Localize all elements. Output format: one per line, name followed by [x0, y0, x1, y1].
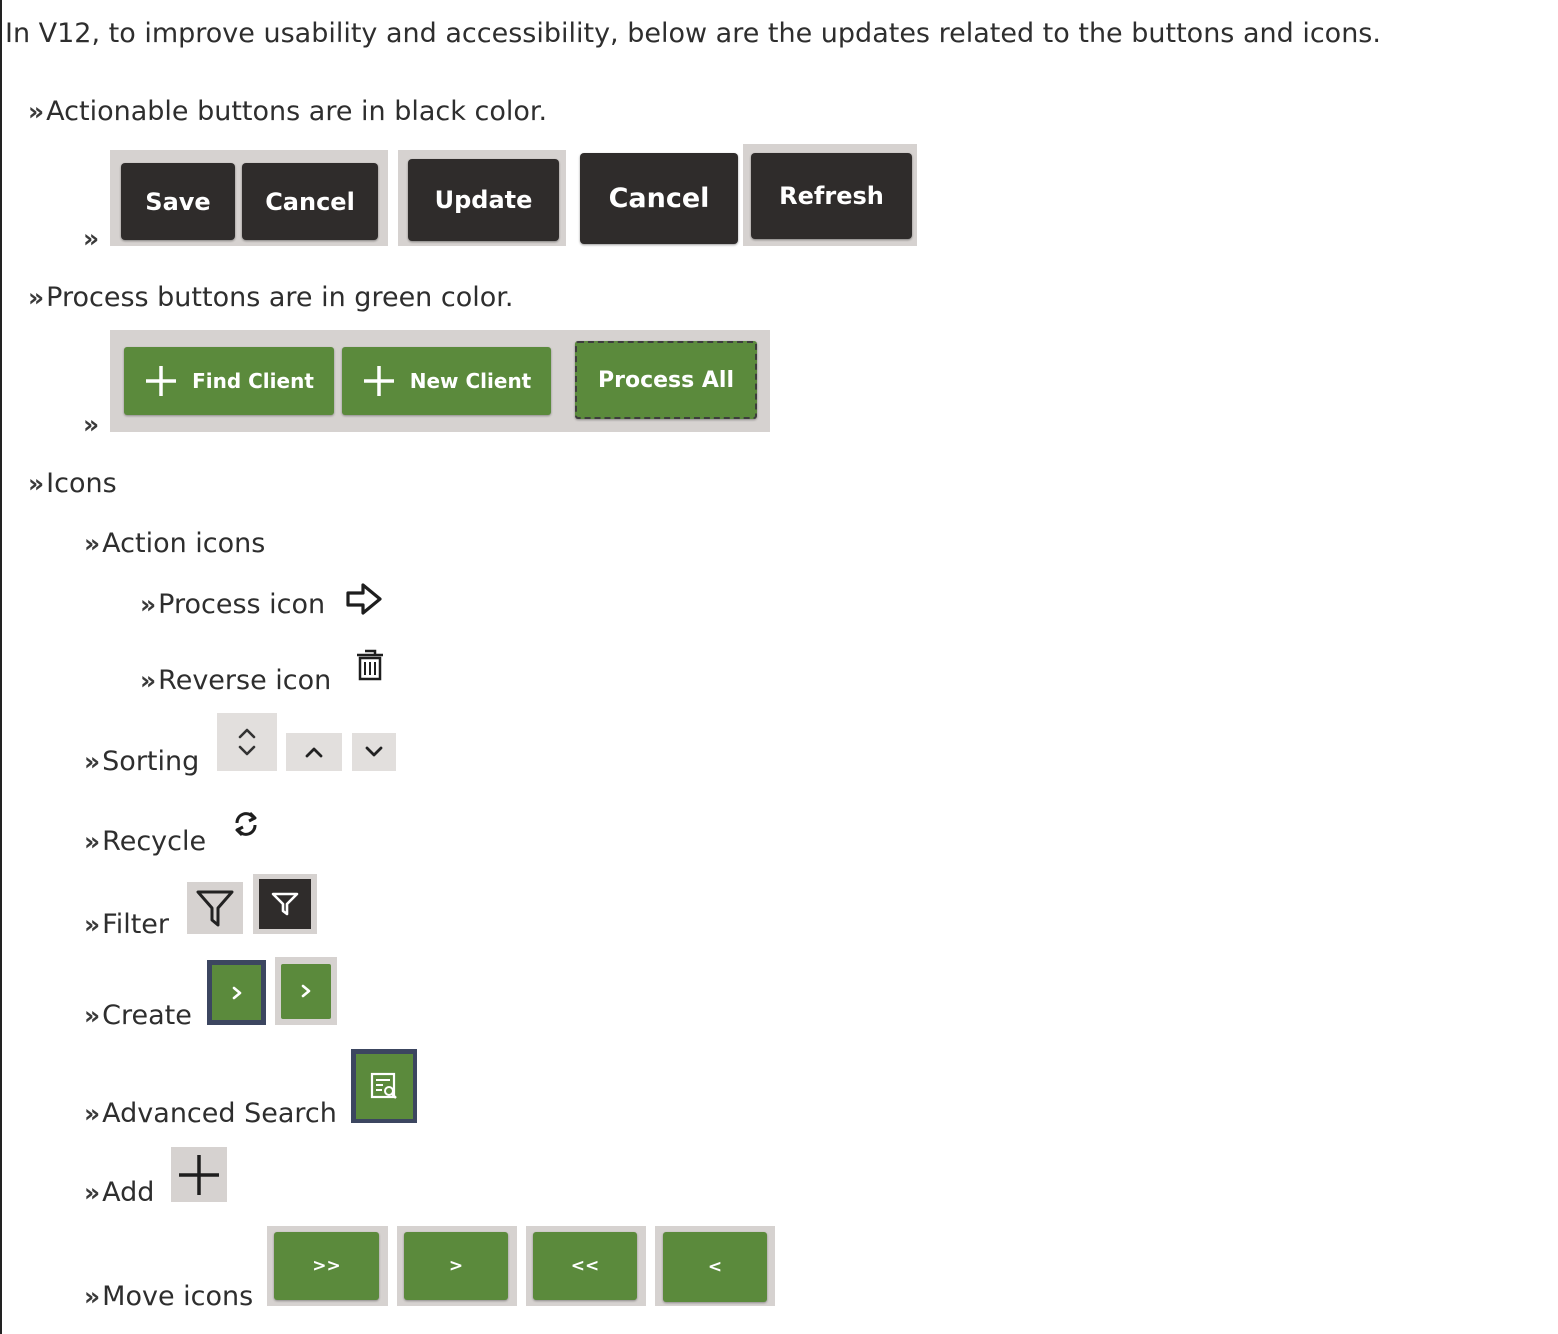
sort-up-icon: [305, 747, 323, 758]
add-row: » Add: [84, 1179, 154, 1206]
move-right-button[interactable]: >: [404, 1232, 508, 1300]
find-client-button[interactable]: Find Client: [124, 347, 334, 415]
create-focused-frame: [207, 960, 266, 1025]
trash-icon: [357, 649, 383, 681]
advanced-search-icon[interactable]: [355, 1053, 413, 1119]
arrow-right-icon: [346, 583, 382, 615]
chevron-right-icon[interactable]: [281, 963, 331, 1019]
filter-row: » Filter: [84, 911, 169, 938]
recycle-label: Recycle: [102, 826, 207, 857]
plus-icon: [146, 366, 177, 396]
chevron-right-icon[interactable]: [212, 965, 261, 1020]
filter-active-icon[interactable]: [259, 879, 311, 929]
bullet-icon: »: [83, 224, 99, 253]
new-client-button[interactable]: New Client: [342, 347, 551, 415]
trash-icon[interactable]: [353, 647, 387, 683]
sorting-row: » Sorting: [84, 748, 199, 775]
cancel-button-large[interactable]: Cancel: [580, 153, 738, 244]
bullet-icon: »: [84, 1282, 100, 1311]
chevron-right-icon: [232, 986, 241, 999]
icons-label: Icons: [46, 468, 117, 499]
add-label: Add: [102, 1177, 155, 1208]
bullet-icon: »: [84, 747, 100, 776]
sort-both-icon: [238, 728, 256, 756]
filter-icon[interactable]: [187, 882, 243, 934]
actionable-heading: » Actionable buttons are in black color.: [28, 98, 547, 125]
bullet-icon: »: [84, 1099, 100, 1128]
arrow-right-icon[interactable]: [344, 580, 384, 618]
bullet-icon: »: [140, 666, 156, 695]
plus-icon: [179, 1154, 219, 1195]
update-button[interactable]: Update: [408, 159, 559, 241]
bullet-icon: »: [84, 1178, 100, 1207]
left-border: [0, 0, 2, 1334]
reverse-icon-row: » Reverse icon: [140, 667, 331, 694]
bullet-icon: »: [83, 410, 99, 439]
actionable-label: Actionable buttons are in black color.: [46, 96, 548, 127]
intro-text: In V12, to improve usability and accessi…: [5, 18, 1381, 49]
cancel-button[interactable]: Cancel: [242, 163, 378, 240]
bullet-icon: »: [84, 529, 100, 558]
advanced-search-label: Advanced Search: [102, 1098, 337, 1129]
bullet-icon: »: [28, 97, 44, 126]
chevron-right-icon: [301, 984, 311, 998]
recycle-icon[interactable]: [228, 806, 264, 842]
move-icons-row: » Move icons: [84, 1283, 253, 1310]
move-all-left-button[interactable]: <<: [533, 1232, 637, 1300]
find-client-label: Find Client: [192, 369, 314, 393]
move-left-button[interactable]: <: [663, 1232, 767, 1302]
sort-up-icon[interactable]: [286, 733, 342, 771]
sort-both-icon[interactable]: [217, 713, 277, 771]
sort-down-icon: [365, 746, 383, 757]
create-row: » Create: [84, 1002, 192, 1029]
recycle-row: » Recycle: [84, 828, 206, 855]
plus-icon[interactable]: [171, 1147, 227, 1202]
bullet-icon: »: [84, 1001, 100, 1030]
process-icon-label: Process icon: [158, 589, 326, 620]
sort-down-icon[interactable]: [352, 733, 396, 771]
move-all-right-button[interactable]: >>: [274, 1232, 379, 1300]
action-icons-label: Action icons: [102, 528, 266, 559]
bullet-icon: »: [28, 283, 44, 312]
icons-heading: » Icons: [28, 470, 117, 497]
bullet-icon: »: [140, 590, 156, 619]
advanced-search-frame: [351, 1049, 417, 1123]
recycle-icon: [235, 811, 257, 837]
create-frame: [275, 957, 337, 1025]
process-label: Process buttons are in green color.: [46, 282, 514, 313]
filter-label: Filter: [102, 909, 170, 940]
save-button[interactable]: Save: [121, 163, 235, 240]
process-all-button[interactable]: Process All: [575, 341, 757, 419]
filter-icon: [196, 890, 234, 927]
sorting-label: Sorting: [102, 746, 200, 777]
refresh-button[interactable]: Refresh: [751, 153, 912, 239]
move-icons-label: Move icons: [102, 1281, 254, 1312]
bullet-icon: »: [84, 910, 100, 939]
advanced-search-row: » Advanced Search: [84, 1100, 337, 1127]
filter-active-icon: [271, 892, 299, 916]
bullet-icon: »: [84, 827, 100, 856]
process-heading: » Process buttons are in green color.: [28, 284, 513, 311]
process-icon-row: » Process icon: [140, 591, 325, 618]
bullet-icon: »: [28, 469, 44, 498]
create-label: Create: [102, 1000, 192, 1031]
action-icons-heading: » Action icons: [84, 530, 265, 557]
reverse-icon-label: Reverse icon: [158, 665, 332, 696]
advanced-search-icon: [370, 1072, 397, 1099]
new-client-label: New Client: [409, 369, 532, 393]
filter-active-frame: [253, 874, 317, 934]
plus-icon: [363, 366, 394, 396]
